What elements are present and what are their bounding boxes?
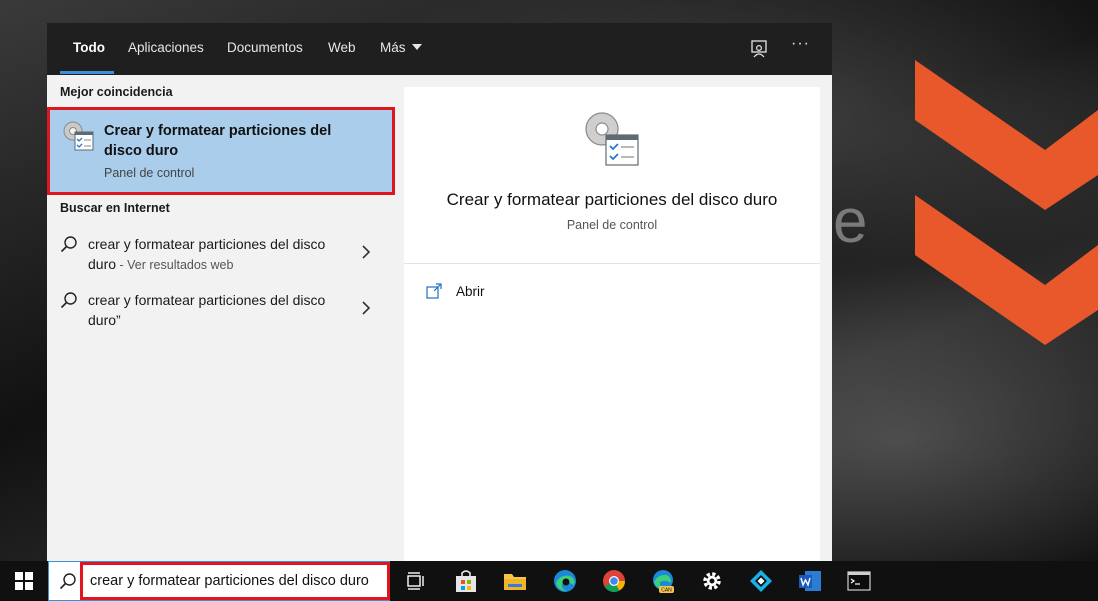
control-panel-settings-icon xyxy=(585,112,639,166)
chevron-down-icon xyxy=(411,44,422,50)
web-search-heading: Buscar en Internet xyxy=(60,201,170,215)
terminal-icon[interactable] xyxy=(846,568,872,594)
tab-todo[interactable]: Todo xyxy=(73,23,105,75)
web-result-hint: - Ver resultados web xyxy=(116,258,234,272)
search-input[interactable] xyxy=(80,562,390,600)
results-list: Mejor coincidencia Crear y formatear par… xyxy=(47,75,397,561)
web-result-item[interactable]: crear y formatear particiones del disco … xyxy=(47,231,397,281)
web-result-item[interactable]: crear y formatear particiones del disco … xyxy=(47,287,397,337)
settings-icon[interactable] xyxy=(699,568,725,594)
chrome-icon[interactable] xyxy=(601,568,627,594)
tab-bar: Todo Aplicaciones Documentos Web Más ··· xyxy=(47,23,832,75)
search-icon xyxy=(59,573,76,590)
tab-aplicaciones[interactable]: Aplicaciones xyxy=(128,23,204,75)
web-result-text: crear y formatear particiones del disco … xyxy=(88,236,326,272)
microsoft-store-icon[interactable] xyxy=(453,568,479,594)
feedback-icon[interactable] xyxy=(749,39,769,59)
open-action-label: Abrir xyxy=(456,284,485,299)
more-options-icon[interactable]: ··· xyxy=(791,35,810,53)
chevron-right-icon xyxy=(362,245,371,259)
active-tab-indicator xyxy=(60,71,114,74)
search-icon xyxy=(60,292,77,309)
detail-title: Crear y formatear particiones del disco … xyxy=(446,190,778,209)
web-result-text: crear y formatear particiones del disco … xyxy=(88,292,326,328)
search-panel: Todo Aplicaciones Documentos Web Más ···… xyxy=(47,23,832,561)
task-view-icon[interactable] xyxy=(403,568,429,594)
best-match-heading: Mejor coincidencia xyxy=(60,85,173,99)
search-icon xyxy=(60,236,77,253)
edge-canary-icon[interactable]: CAN xyxy=(650,568,676,594)
brand-logo-icon xyxy=(915,60,1098,345)
open-icon xyxy=(426,283,442,299)
tab-documentos[interactable]: Documentos xyxy=(227,23,303,75)
taskbar: CAN xyxy=(0,561,1098,601)
tab-mas[interactable]: Más xyxy=(380,23,422,75)
desktop-letter: e xyxy=(833,187,868,256)
best-match-subtitle: Panel de control xyxy=(104,166,195,180)
file-explorer-icon[interactable] xyxy=(502,568,528,594)
taskbar-search-box[interactable] xyxy=(48,561,390,601)
start-icon[interactable] xyxy=(15,572,33,590)
detail-subtitle: Panel de control xyxy=(566,218,658,232)
best-match-result[interactable]: Crear y formatear particiones del disco … xyxy=(47,107,395,195)
tab-web[interactable]: Web xyxy=(328,23,356,75)
divider xyxy=(404,263,820,264)
edge-icon[interactable] xyxy=(552,568,578,594)
best-match-title: Crear y formatear particiones del disco … xyxy=(104,123,332,159)
word-icon[interactable] xyxy=(797,568,823,594)
control-panel-settings-icon xyxy=(63,121,94,151)
chevron-right-icon xyxy=(362,301,371,315)
result-detail-pane: Crear y formatear particiones del disco … xyxy=(404,87,820,561)
svg-text:CAN: CAN xyxy=(661,588,672,594)
kodi-icon[interactable] xyxy=(748,568,774,594)
